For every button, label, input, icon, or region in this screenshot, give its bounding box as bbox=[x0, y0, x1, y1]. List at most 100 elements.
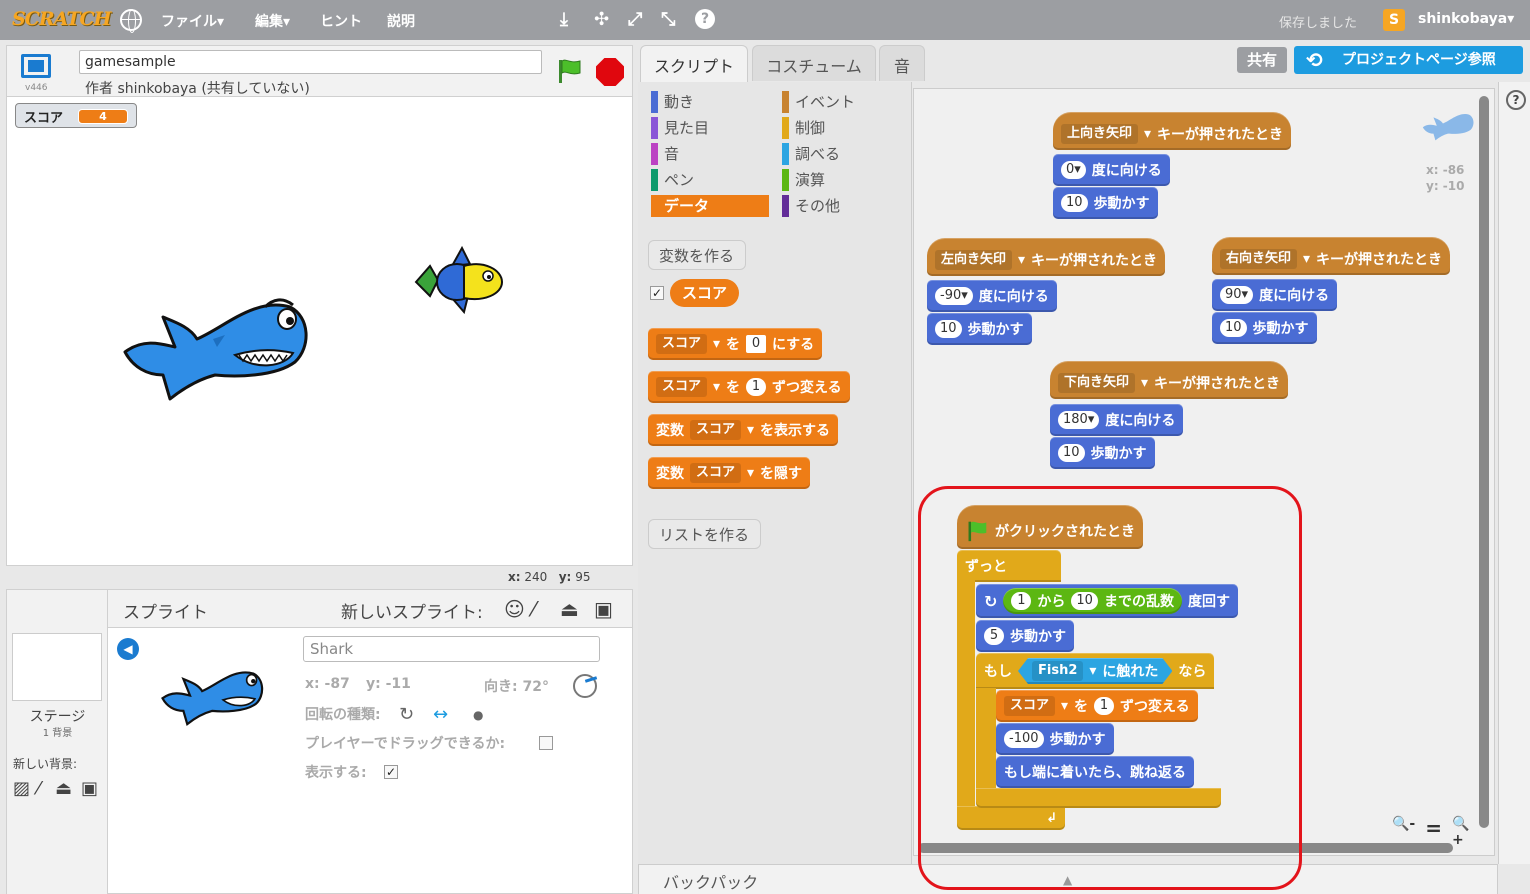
category-more-blocks[interactable]: その他 bbox=[782, 195, 840, 217]
point-direction-block[interactable]: 180▾ 度に向ける bbox=[1050, 404, 1184, 436]
variable-dropdown[interactable]: スコア bbox=[656, 334, 708, 354]
point-direction-block[interactable]: 0▾ 度に向ける bbox=[1053, 154, 1170, 186]
key-dropdown[interactable]: 上向き矢印 bbox=[1061, 124, 1139, 144]
move-steps-block[interactable]: 10 歩動かす bbox=[927, 313, 1032, 345]
category-control[interactable]: 制御 bbox=[782, 117, 825, 139]
category-sound[interactable]: 音 bbox=[651, 143, 679, 165]
draggable-checkbox[interactable] bbox=[539, 736, 553, 750]
category-sensing[interactable]: 調べる bbox=[782, 143, 840, 165]
camera-icon[interactable]: ▣ bbox=[594, 597, 613, 621]
grow-icon[interactable]: ⤢ bbox=[628, 9, 642, 30]
category-looks[interactable]: 見た目 bbox=[651, 117, 709, 139]
shrink-icon[interactable]: ⤡ bbox=[661, 9, 675, 30]
scratch-logo[interactable]: SCRATCH bbox=[12, 8, 112, 30]
backdrop-camera-icon[interactable]: ▣ bbox=[81, 778, 98, 799]
green-flag-icon[interactable] bbox=[556, 58, 582, 84]
fullscreen-icon[interactable] bbox=[21, 54, 51, 78]
sprite-library-icon[interactable]: ☺ bbox=[504, 597, 525, 621]
steps-input[interactable]: 10 bbox=[1220, 319, 1247, 337]
new-backdrop-label: 新しい背景: bbox=[13, 757, 78, 771]
variable-monitor[interactable]: スコア 4 bbox=[15, 103, 137, 128]
tab-sounds[interactable]: 音 bbox=[879, 45, 925, 81]
project-title-input[interactable]: gamesample bbox=[79, 50, 542, 74]
variable-dropdown[interactable]: スコア bbox=[690, 420, 742, 440]
menu-tips[interactable]: ヒント bbox=[320, 11, 362, 31]
zoom-reset-icon[interactable]: = bbox=[1425, 816, 1442, 842]
make-variable-button[interactable]: 変数を作る bbox=[648, 240, 746, 270]
point-direction-block[interactable]: 90▾ 度に向ける bbox=[1212, 279, 1338, 311]
shark-thumbnail[interactable] bbox=[157, 650, 267, 730]
direction-input[interactable]: 90▾ bbox=[1220, 286, 1254, 304]
key-dropdown[interactable]: 右向き矢印 bbox=[1220, 249, 1298, 269]
move-steps-block[interactable]: 10 歩動かす bbox=[1212, 312, 1317, 344]
category-data[interactable]: データ bbox=[651, 195, 769, 217]
backdrop-upload-icon[interactable]: ⏏ bbox=[55, 778, 72, 799]
steps-input[interactable]: 10 bbox=[935, 320, 962, 338]
stop-button[interactable] bbox=[596, 58, 624, 86]
backdrop-library-icon[interactable]: ▨ bbox=[13, 778, 30, 799]
menu-edit[interactable]: 編集▾ bbox=[255, 11, 290, 31]
category-events[interactable]: イベント bbox=[782, 91, 855, 113]
when-right-key-hat-block[interactable]: 右向き矢印 ▾ キーが押されたとき bbox=[1212, 237, 1451, 275]
left-right-icon[interactable]: ↔ bbox=[433, 704, 448, 725]
category-operators[interactable]: 演算 bbox=[782, 169, 825, 191]
paint-brush-icon[interactable]: ⁄ bbox=[532, 597, 535, 621]
when-down-key-hat-block[interactable]: 下向き矢印 ▾ キーが押されたとき bbox=[1050, 361, 1289, 399]
variable-reporter[interactable]: スコア bbox=[670, 279, 740, 307]
point-direction-block[interactable]: -90▾ 度に向ける bbox=[927, 280, 1057, 312]
zoom-out-icon[interactable]: 🔍- bbox=[1392, 816, 1415, 842]
sprite-name-input[interactable]: Shark bbox=[303, 636, 600, 662]
duplicate-stamp-icon[interactable]: ⤓ bbox=[560, 9, 568, 30]
user-avatar[interactable]: S bbox=[1383, 9, 1405, 31]
highlight-annotation bbox=[918, 486, 1302, 890]
share-button[interactable]: 共有 bbox=[1237, 47, 1287, 73]
delete-scissors-icon[interactable]: ✣ bbox=[594, 9, 609, 30]
variable-dropdown[interactable]: スコア bbox=[656, 377, 708, 397]
dropdown-caret: ▾ bbox=[1303, 251, 1311, 267]
tab-scripts[interactable]: スクリプト bbox=[640, 45, 748, 83]
menu-file[interactable]: ファイル▾ bbox=[161, 11, 224, 31]
make-list-button[interactable]: リストを作る bbox=[648, 519, 761, 549]
fish-sprite[interactable] bbox=[412, 242, 512, 322]
sprite-info-back-icon[interactable]: ◀ bbox=[117, 638, 139, 660]
category-motion[interactable]: 動き bbox=[651, 91, 694, 113]
backdrop-paint-icon[interactable]: ⁄ bbox=[37, 778, 40, 799]
value-input[interactable]: 0 bbox=[746, 335, 767, 353]
when-up-key-hat-block[interactable]: 上向き矢印 ▾ キーが押されたとき bbox=[1053, 112, 1292, 150]
direction-input[interactable]: -90▾ bbox=[935, 287, 973, 305]
dont-rotate-icon[interactable]: ● bbox=[473, 708, 483, 722]
move-steps-block[interactable]: 10 歩動かす bbox=[1053, 187, 1158, 219]
key-dropdown[interactable]: 左向き矢印 bbox=[935, 250, 1013, 270]
zoom-in-icon[interactable]: 🔍+ bbox=[1452, 816, 1478, 848]
key-dropdown[interactable]: 下向き矢印 bbox=[1058, 373, 1136, 393]
variable-show-checkbox[interactable]: ✓ bbox=[650, 286, 664, 300]
vertical-scrollbar[interactable] bbox=[1479, 96, 1489, 828]
user-menu[interactable]: shinkobaya▾ bbox=[1418, 11, 1514, 27]
show-variable-block[interactable]: 変数 スコア ▾ を表示する bbox=[648, 414, 839, 446]
value-input[interactable]: 1 bbox=[746, 378, 767, 396]
help-question-icon[interactable]: ? bbox=[1506, 90, 1526, 110]
direction-dial-icon[interactable] bbox=[573, 674, 597, 698]
help-question-icon[interactable]: ? bbox=[695, 9, 715, 29]
move-steps-block[interactable]: 10 歩動かす bbox=[1050, 437, 1155, 469]
category-pen[interactable]: ペン bbox=[651, 169, 694, 191]
hide-variable-block[interactable]: 変数 スコア ▾ を隠す bbox=[648, 457, 811, 489]
language-globe-icon[interactable] bbox=[120, 9, 142, 33]
steps-input[interactable]: 10 bbox=[1058, 444, 1085, 462]
upload-icon[interactable]: ⏏ bbox=[560, 597, 579, 621]
shark-sprite[interactable] bbox=[115, 267, 315, 407]
menu-about[interactable]: 説明 bbox=[387, 11, 415, 31]
tab-costumes[interactable]: コスチューム bbox=[752, 45, 876, 81]
set-variable-block[interactable]: スコア ▾ を 0 にする bbox=[648, 328, 823, 360]
variable-dropdown[interactable]: スコア bbox=[690, 463, 742, 483]
when-left-key-hat-block[interactable]: 左向き矢印 ▾ キーが押されたとき bbox=[927, 238, 1166, 276]
direction-input[interactable]: 180▾ bbox=[1058, 411, 1100, 429]
rotate-all-around-icon[interactable]: ↻ bbox=[399, 704, 414, 725]
stage-thumbnail[interactable] bbox=[12, 633, 102, 701]
steps-input[interactable]: 10 bbox=[1061, 194, 1088, 212]
show-checkbox[interactable]: ✓ bbox=[384, 765, 398, 779]
direction-input[interactable]: 0▾ bbox=[1061, 161, 1086, 179]
project-page-button[interactable]: ⟲ プロジェクトページ参照 bbox=[1294, 46, 1523, 74]
stage-canvas[interactable]: スコア 4 bbox=[6, 97, 633, 566]
change-variable-block[interactable]: スコア ▾ を 1 ずつ変える bbox=[648, 371, 850, 403]
